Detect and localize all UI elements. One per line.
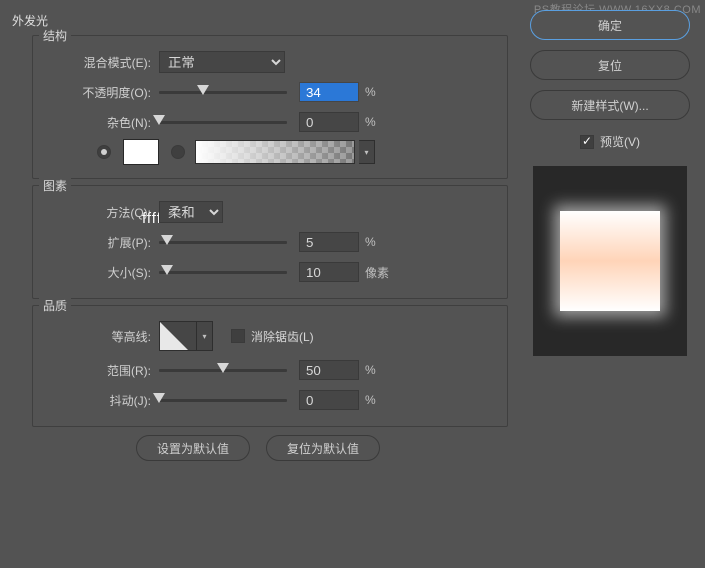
jitter-input[interactable] bbox=[299, 390, 359, 410]
range-label: 范围(R): bbox=[47, 362, 151, 379]
structure-group: 结构 混合模式(E): 正常 不透明度(O): % 杂色(N): % bbox=[32, 35, 508, 179]
elements-title: 图素 bbox=[39, 177, 71, 194]
spread-slider[interactable] bbox=[159, 234, 299, 250]
contour-picker[interactable] bbox=[159, 321, 197, 351]
new-style-button[interactable]: 新建样式(W)... bbox=[530, 90, 690, 120]
reset-button[interactable]: 复位 bbox=[530, 50, 690, 80]
chevron-down-icon[interactable]: ▾ bbox=[359, 140, 375, 164]
percent-unit: % bbox=[365, 393, 376, 407]
panel-title: 外发光 bbox=[12, 12, 508, 29]
size-input[interactable] bbox=[299, 262, 359, 282]
percent-unit: % bbox=[365, 115, 376, 129]
percent-unit: % bbox=[365, 235, 376, 249]
size-slider[interactable] bbox=[159, 264, 299, 280]
ok-button[interactable]: 确定 bbox=[530, 10, 690, 40]
noise-label: 杂色(N): bbox=[47, 114, 151, 131]
jitter-label: 抖动(J): bbox=[47, 392, 151, 409]
side-panel: 确定 复位 新建样式(W)... 预览(V) bbox=[529, 10, 691, 356]
jitter-slider[interactable] bbox=[159, 392, 299, 408]
color-swatch[interactable] bbox=[123, 139, 159, 165]
triangle-thumb-icon[interactable] bbox=[153, 393, 165, 403]
preview-box bbox=[533, 166, 687, 356]
range-slider[interactable] bbox=[159, 362, 299, 378]
set-default-button[interactable]: 设置为默认值 bbox=[136, 435, 250, 461]
opacity-input[interactable] bbox=[299, 82, 359, 102]
preview-checkbox[interactable] bbox=[580, 135, 594, 149]
preview-image bbox=[560, 211, 660, 311]
structure-title: 结构 bbox=[39, 27, 71, 44]
triangle-thumb-icon[interactable] bbox=[161, 265, 173, 275]
chevron-down-icon[interactable]: ▾ bbox=[197, 321, 213, 351]
opacity-slider[interactable] bbox=[159, 84, 299, 100]
spread-label: 扩展(P): bbox=[47, 234, 151, 251]
quality-title: 品质 bbox=[39, 297, 71, 314]
noise-input[interactable] bbox=[299, 112, 359, 132]
antialias-label: 消除锯齿(L) bbox=[251, 328, 314, 345]
noise-slider[interactable] bbox=[159, 114, 299, 130]
quality-group: 品质 等高线: ▾ 消除锯齿(L) 范围(R): % 抖动(J): bbox=[32, 305, 508, 427]
triangle-thumb-icon[interactable] bbox=[197, 85, 209, 95]
range-input[interactable] bbox=[299, 360, 359, 380]
spread-input[interactable] bbox=[299, 232, 359, 252]
percent-unit: % bbox=[365, 85, 376, 99]
method-label: 方法(Q): bbox=[47, 204, 151, 221]
triangle-thumb-icon[interactable] bbox=[217, 363, 229, 373]
gradient-swatch[interactable] bbox=[195, 140, 355, 164]
gradient-radio[interactable] bbox=[171, 145, 185, 159]
size-unit: 像素 bbox=[365, 264, 389, 281]
outer-glow-panel: 外发光 结构 混合模式(E): 正常 不透明度(O): % 杂色(N): bbox=[8, 10, 508, 560]
preview-label: 预览(V) bbox=[600, 133, 640, 150]
triangle-thumb-icon[interactable] bbox=[161, 235, 173, 245]
color-radio[interactable] bbox=[97, 145, 111, 159]
percent-unit: % bbox=[365, 363, 376, 377]
elements-group: 图素 方法(Q): 柔和 扩展(P): % 大小(S): 像素 bbox=[32, 185, 508, 299]
triangle-thumb-icon[interactable] bbox=[153, 115, 165, 125]
size-label: 大小(S): bbox=[47, 264, 151, 281]
blend-mode-label: 混合模式(E): bbox=[47, 54, 151, 71]
method-select[interactable]: 柔和 bbox=[159, 201, 223, 223]
antialias-checkbox[interactable] bbox=[231, 329, 245, 343]
contour-label: 等高线: bbox=[47, 328, 151, 345]
blend-mode-select[interactable]: 正常 bbox=[159, 51, 285, 73]
opacity-label: 不透明度(O): bbox=[47, 84, 151, 101]
reset-default-button[interactable]: 复位为默认值 bbox=[266, 435, 380, 461]
